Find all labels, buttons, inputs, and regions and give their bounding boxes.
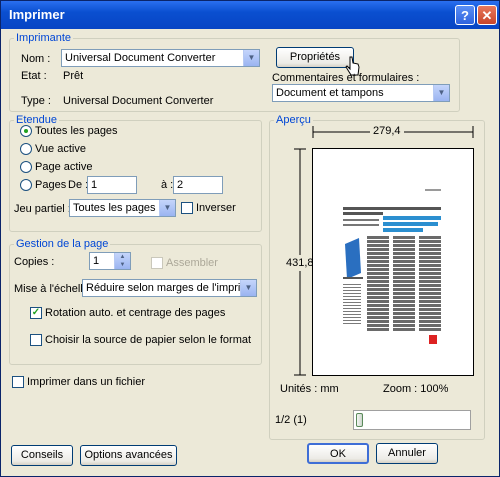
comments-label: Commentaires et formulaires :	[272, 72, 420, 84]
scaling-select[interactable]: Réduire selon marges de l'imprimante ▼	[82, 279, 257, 297]
subset-value: Toutes les pages	[73, 202, 156, 214]
paper-source-checkbox[interactable]	[30, 334, 42, 346]
print-to-file-checkbox[interactable]	[12, 376, 24, 388]
radio-pages[interactable]	[20, 179, 32, 191]
copies-spinner[interactable]: 1 ▲ ▼	[89, 252, 131, 270]
width-value: 279,4	[370, 125, 404, 137]
title-bar: Imprimer ? ✕	[1, 1, 499, 29]
help-button[interactable]: ?	[455, 5, 475, 25]
printer-name-label: Nom :	[21, 53, 51, 65]
properties-button[interactable]: Propriétés	[276, 47, 354, 68]
page-preview	[312, 148, 474, 376]
to-value: 2	[177, 179, 184, 191]
cancel-button[interactable]: Annuler	[376, 443, 438, 464]
collate-checkbox[interactable]	[151, 257, 163, 269]
subset-select[interactable]: Toutes les pages ▼	[69, 199, 176, 217]
comments-value: Document et tampons	[276, 87, 384, 99]
spinner-arrows-icon[interactable]: ▲ ▼	[114, 253, 130, 269]
units-label: Unités : mm	[280, 383, 339, 395]
current-view-label: Vue active	[35, 143, 86, 155]
help-icon: ?	[461, 8, 469, 23]
autorotate-checkbox[interactable]: ✓	[30, 307, 42, 319]
from-label: De :	[68, 179, 89, 191]
tips-button-label: Conseils	[20, 449, 64, 461]
copies-label: Copies :	[14, 256, 55, 268]
comments-select[interactable]: Document et tampons ▼	[272, 84, 450, 102]
close-button[interactable]: ✕	[477, 5, 497, 25]
chevron-down-icon: ▼	[243, 50, 259, 66]
paper-source-label: Choisir la source de papier selon le for…	[45, 334, 252, 346]
print-dialog: Imprimer ? ✕ Imprimante Nom : Universal …	[0, 0, 500, 477]
zoom-label: Zoom : 100%	[383, 383, 449, 395]
radio-current-view[interactable]	[20, 143, 32, 155]
printer-type-value: Universal Document Converter	[63, 95, 214, 107]
close-icon: ✕	[481, 8, 493, 23]
to-input[interactable]: 2	[173, 176, 223, 194]
properties-button-label: Propriétés	[289, 51, 341, 63]
page-counter: 1/2 (1)	[275, 414, 307, 426]
reverse-checkbox[interactable]	[181, 202, 193, 214]
chevron-down-icon: ▼	[159, 200, 175, 216]
autorotate-label: Rotation auto. et centrage des pages	[45, 307, 226, 319]
chevron-down-icon: ▼	[240, 280, 256, 296]
to-label: à :	[161, 179, 174, 191]
subset-label: Jeu partiel :	[14, 203, 71, 215]
printer-name-value: Universal Document Converter	[65, 52, 216, 64]
from-input[interactable]: 1	[87, 176, 137, 194]
chevron-down-icon: ▼	[433, 85, 449, 101]
page-slider-track[interactable]	[353, 410, 471, 430]
print-to-file-label: Imprimer dans un fichier	[27, 376, 145, 388]
radio-current-page[interactable]	[20, 161, 32, 173]
pages-label: Pages	[35, 179, 67, 191]
page-slider-thumb[interactable]	[356, 413, 363, 427]
copies-value: 1	[93, 255, 100, 267]
printer-state-value: Prêt	[63, 70, 84, 82]
printer-legend: Imprimante	[16, 32, 72, 44]
cancel-button-label: Annuler	[388, 447, 426, 459]
page-thumbnail	[343, 189, 441, 344]
ok-button[interactable]: OK	[307, 443, 369, 464]
printer-type-label: Type :	[21, 95, 51, 107]
all-pages-label: Toutes les pages	[35, 125, 118, 137]
current-page-label: Page active	[35, 161, 93, 173]
ok-button-label: OK	[330, 448, 346, 460]
printer-name-select[interactable]: Universal Document Converter ▼	[61, 49, 260, 67]
tips-button[interactable]: Conseils	[11, 445, 73, 466]
page-handling-legend: Gestion de la page	[16, 238, 109, 250]
radio-all-pages[interactable]	[20, 125, 32, 137]
reverse-label: Inverser	[196, 202, 236, 214]
window-title: Imprimer	[9, 7, 65, 22]
preview-legend: Aperçu	[276, 114, 311, 126]
height-value: 431,8	[286, 255, 314, 271]
from-value: 1	[91, 179, 98, 191]
advanced-options-button[interactable]: Options avancées	[80, 445, 177, 466]
printer-state-label: Etat :	[21, 70, 47, 82]
scaling-value: Réduire selon marges de l'imprimante	[86, 282, 257, 294]
collate-label: Assembler	[166, 257, 218, 269]
advanced-options-label: Options avancées	[84, 449, 173, 461]
